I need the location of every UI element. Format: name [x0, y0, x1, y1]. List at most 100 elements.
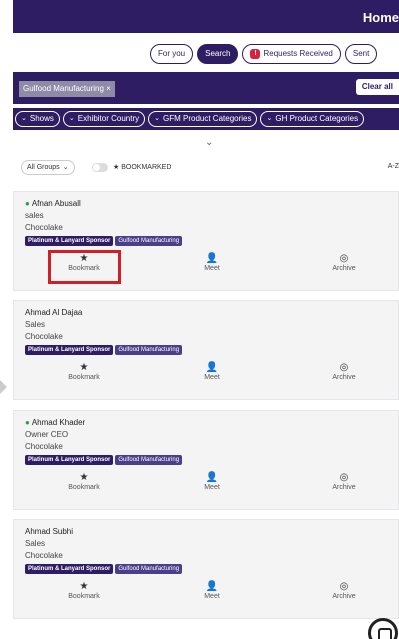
facet-gfm-product-categories[interactable]: ⌄ GFM Product Categories [148, 111, 258, 127]
attendee-name[interactable]: Ahmad Khader [32, 418, 85, 427]
archive-label: Archive [332, 265, 356, 272]
chevron-down-icon: ⌄ [62, 164, 69, 171]
tab-label: Sent [352, 49, 370, 58]
attendee-name-row: Ahmad Al Dajaa [25, 308, 82, 317]
tab-label: Search [205, 49, 231, 58]
tab-sent[interactable]: Sent [344, 44, 378, 64]
filter-chip[interactable]: Gulfood Manufacturing × [19, 81, 115, 97]
star-icon: ★ [79, 362, 89, 373]
attendee-card: Ahmad Subhi Sales Chocolake Platinum & L… [13, 519, 399, 619]
tab-search[interactable]: Search [197, 44, 239, 64]
card-actions: ★ Bookmark 👤 Meet ◎ Archive [14, 250, 399, 284]
chevron-down-icon: ⌄ [266, 115, 273, 122]
meet-label: Meet [204, 374, 220, 381]
hidden-eye-icon: ◎ [339, 362, 349, 373]
attendee-company: Chocolake [25, 223, 63, 232]
tag-badge: Gulfood Manufacturing [115, 455, 183, 465]
tag-list: Platinum & Lanyard Sponsor Gulfood Manuf… [25, 236, 183, 246]
archive-label: Archive [332, 484, 356, 491]
bookmark-label: Bookmark [68, 374, 100, 381]
tab-label: For you [158, 49, 186, 58]
hidden-eye-icon: ◎ [339, 581, 349, 592]
attendee-name-row: ● Afnan Abusall [25, 199, 81, 208]
bookmark-button[interactable]: ★ Bookmark [54, 471, 114, 491]
add-person-icon: 👤 [205, 362, 219, 373]
meet-label: Meet [204, 484, 220, 491]
attendee-name-row: Ahmad Subhi [25, 527, 73, 536]
side-arrow-icon [0, 380, 7, 394]
facet-label: GFM Product Categories [163, 114, 252, 123]
archive-button[interactable]: ◎ Archive [314, 252, 374, 272]
facet-exhibitor-country[interactable]: ⌄ Exhibitor Country [62, 111, 146, 127]
archive-label: Archive [332, 374, 356, 381]
tag-badge: Gulfood Manufacturing [115, 236, 183, 246]
hidden-eye-icon: ◎ [339, 253, 349, 264]
meet-button[interactable]: 👤 Meet [182, 361, 242, 381]
attendee-name[interactable]: Ahmad Al Dajaa [25, 308, 82, 317]
tag-list: Platinum & Lanyard Sponsor Gulfood Manuf… [25, 455, 183, 465]
tab-for-you[interactable]: For you [150, 44, 194, 64]
bookmark-label: Bookmark [68, 593, 100, 600]
meet-button[interactable]: 👤 Meet [182, 471, 242, 491]
tab-requests-received[interactable]: ! Requests Received [242, 44, 341, 64]
chat-fab-icon[interactable] [368, 618, 398, 639]
bookmarked-toggle[interactable] [92, 163, 108, 172]
archive-button[interactable]: ◎ Archive [314, 361, 374, 381]
attendee-company: Chocolake [25, 551, 63, 560]
clear-all-button[interactable]: Clear all [355, 79, 399, 95]
archive-button[interactable]: ◎ Archive [314, 580, 374, 600]
star-icon: ★ [79, 472, 89, 483]
tag-badge: Gulfood Manufacturing [115, 564, 183, 574]
attendee-name[interactable]: Afnan Abusall [32, 199, 81, 208]
alert-badge-icon: ! [250, 49, 261, 59]
bookmark-button[interactable]: ★ Bookmark [54, 361, 114, 381]
attendee-name[interactable]: Ahmad Subhi [25, 527, 73, 536]
card-actions: ★ Bookmark 👤 Meet ◎ Archive [14, 359, 399, 393]
tab-row: For you Search ! Requests Received Sent [150, 44, 378, 64]
chevron-down-icon: ⌄ [21, 115, 27, 122]
tag-badge: Platinum & Lanyard Sponsor [25, 236, 114, 246]
tag-badge: Gulfood Manufacturing [115, 345, 183, 355]
bookmark-label: Bookmark [68, 265, 100, 272]
bookmark-button[interactable]: ★ Bookmark [54, 580, 114, 600]
tag-badge: Platinum & Lanyard Sponsor [25, 455, 114, 465]
chevron-down-icon: ⌄ [154, 115, 160, 122]
facet-label: Shows [29, 114, 54, 123]
add-person-icon: 👤 [205, 581, 219, 592]
attendee-card: ● Afnan Abusall sales Chocolake Platinum … [13, 191, 399, 291]
chevron-down-icon[interactable]: ⌄ [205, 137, 213, 148]
meet-button[interactable]: 👤 Meet [182, 580, 242, 600]
facet-gh-product-categories[interactable]: ⌄ GH Product Categories [260, 111, 365, 127]
star-icon: ★ [79, 581, 89, 592]
attendee-role: Sales [25, 320, 46, 329]
tag-badge: Platinum & Lanyard Sponsor [25, 564, 114, 574]
archive-label: Archive [332, 593, 356, 600]
bookmark-button[interactable]: ★ Bookmark [54, 252, 114, 272]
attendee-card: ● Ahmad Khader Owner CEO Chocolake Platin… [13, 410, 399, 510]
add-person-icon: 👤 [205, 253, 219, 264]
add-person-icon: 👤 [205, 472, 219, 483]
bookmark-label: Bookmark [68, 484, 100, 491]
tab-label: Requests Received [263, 49, 333, 58]
attendee-company: Chocolake [25, 332, 63, 341]
groups-label: All Groups [27, 164, 60, 171]
page-title: Home [362, 10, 399, 25]
groups-select[interactable]: All Groups ⌄ [21, 160, 75, 175]
chevron-down-icon: ⌄ [68, 115, 75, 122]
attendee-role: Owner CEO [25, 430, 69, 439]
meet-label: Meet [204, 265, 220, 272]
meet-button[interactable]: 👤 Meet [182, 252, 242, 272]
top-bar: Home [13, 0, 399, 33]
archive-button[interactable]: ◎ Archive [314, 471, 374, 491]
facet-label: Exhibitor Country [77, 114, 140, 123]
attendee-name-row: ● Ahmad Khader [25, 418, 85, 427]
meet-label: Meet [204, 593, 220, 600]
card-actions: ★ Bookmark 👤 Meet ◎ Archive [14, 469, 399, 503]
sort-select[interactable]: A-Z [388, 163, 399, 170]
attendee-role: Sales [25, 539, 46, 548]
attendee-card: Ahmad Al Dajaa Sales Chocolake Platinum … [13, 300, 399, 400]
tag-list: Platinum & Lanyard Sponsor Gulfood Manuf… [25, 345, 183, 355]
star-icon: ★ [79, 253, 89, 264]
attendee-company: Chocolake [25, 442, 63, 451]
facet-shows[interactable]: ⌄ Shows [15, 111, 60, 127]
